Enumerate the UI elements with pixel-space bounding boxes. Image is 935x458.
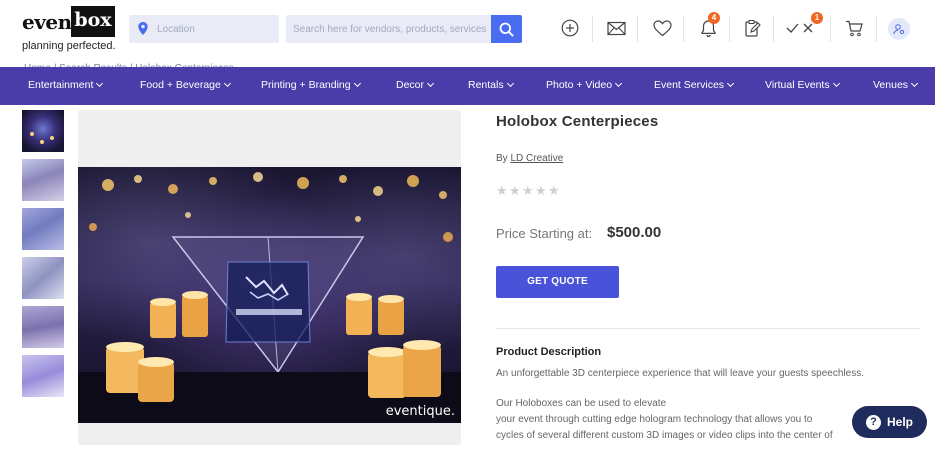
notification-badge: 4	[708, 12, 720, 24]
mail-icon[interactable]	[604, 15, 628, 41]
header-divider	[637, 16, 638, 42]
rating-stars: ★ ★ ★ ★ ★	[496, 184, 560, 200]
thumbnail-candle-light	[40, 140, 44, 144]
price-value: $500.00	[607, 224, 662, 241]
search-field[interactable]	[286, 15, 491, 43]
header-divider	[592, 16, 593, 42]
description-line: An unforgettable 3D centerpiece experien…	[496, 368, 864, 379]
header-divider	[876, 16, 877, 42]
chevron-down-icon	[911, 79, 919, 88]
nav-item-label: Photo + Video	[546, 79, 613, 91]
nav-item-venues[interactable]: Venues	[873, 79, 919, 91]
chevron-down-icon	[615, 79, 623, 88]
description-heading: Product Description	[496, 346, 602, 358]
heart-icon[interactable]	[650, 15, 674, 41]
gallery-thumbnail[interactable]	[22, 159, 64, 201]
star-icon: ★	[509, 184, 521, 199]
question-icon: ?	[865, 414, 881, 430]
help-label: Help	[886, 415, 913, 429]
description-line: Our Holoboxes can be used to elevate	[496, 398, 667, 409]
location-pin-icon	[138, 22, 148, 35]
cart-icon[interactable]	[842, 15, 866, 41]
product-title: Holobox Centerpieces	[496, 113, 659, 130]
section-divider	[496, 328, 920, 329]
clipboard-edit-icon[interactable]	[740, 15, 764, 41]
description-line: your event through cutting edge hologram…	[496, 414, 813, 425]
eventbox-logo[interactable]: event box planning perfected.	[22, 6, 118, 54]
nav-item-label: Rentals	[468, 79, 504, 91]
thumbnail-candle-light	[30, 132, 34, 136]
gallery-thumbnail[interactable]	[22, 306, 64, 348]
vendor-prefix: By	[496, 153, 508, 164]
header-divider	[773, 16, 774, 42]
search-input[interactable]	[293, 15, 489, 43]
product-main-image[interactable]: eventique.	[78, 167, 461, 423]
star-icon: ★	[522, 184, 534, 199]
vendor-link[interactable]: LD Creative	[510, 153, 563, 164]
nav-item-rentals[interactable]: Rentals	[468, 79, 514, 91]
gallery-thumbnail[interactable]	[22, 257, 64, 299]
nav-item-label: Food + Beverage	[140, 79, 221, 91]
chevron-down-icon	[223, 79, 231, 88]
chevron-down-icon	[832, 79, 840, 88]
nav-item-label: Venues	[873, 79, 909, 91]
user-avatar-icon[interactable]	[888, 18, 910, 40]
nav-item-decor[interactable]: Decor	[396, 79, 435, 91]
star-icon: ★	[496, 184, 508, 199]
chevron-down-icon	[96, 79, 104, 88]
holobox-photo-illustration	[78, 172, 461, 423]
get-quote-button[interactable]: GET QUOTE	[496, 266, 619, 298]
nav-item-virtual-events[interactable]: Virtual Events	[765, 79, 840, 91]
nav-item-printing-branding[interactable]: Printing + Branding	[261, 79, 361, 91]
nav-item-event-services[interactable]: Event Services	[654, 79, 735, 91]
site-header: event box planning perfected. 4	[0, 0, 935, 66]
header-divider	[830, 16, 831, 42]
chevron-down-icon	[506, 79, 514, 88]
star-icon: ★	[548, 184, 560, 199]
search-icon	[499, 22, 514, 37]
price-label: Price Starting at:	[496, 226, 593, 241]
add-circle-icon[interactable]	[558, 15, 582, 41]
chevron-down-icon	[353, 79, 361, 88]
star-icon: ★	[535, 184, 547, 199]
gallery-thumbnail[interactable]	[22, 208, 64, 250]
compare-badge: 1	[811, 12, 823, 24]
nav-item-entertainment[interactable]: Entertainment	[28, 79, 104, 91]
help-button[interactable]: ? Help	[852, 406, 927, 438]
description-line: cycles of several different custom 3D im…	[496, 430, 833, 441]
category-nav: Entertainment Food + Beverage Printing +…	[0, 67, 935, 105]
nav-item-food-beverage[interactable]: Food + Beverage	[140, 79, 231, 91]
header-divider	[729, 16, 730, 42]
thumbnail-candle-light	[50, 136, 54, 140]
chevron-down-icon	[426, 79, 435, 88]
header-divider	[683, 16, 684, 42]
logo-tagline: planning perfected.	[22, 40, 116, 52]
nav-item-label: Decor	[396, 79, 425, 91]
chevron-down-icon	[726, 79, 735, 88]
location-input[interactable]	[157, 15, 275, 43]
nav-item-label: Virtual Events	[765, 79, 830, 91]
gallery-thumbnail[interactable]	[22, 110, 64, 152]
nav-item-label: Event Services	[654, 79, 725, 91]
logo-word-box: box	[71, 6, 115, 37]
nav-item-label: Entertainment	[28, 79, 94, 91]
nav-item-photo-video[interactable]: Photo + Video	[546, 79, 623, 91]
product-vendor-line: By LD Creative	[496, 153, 563, 164]
search-button[interactable]	[491, 15, 522, 43]
location-field[interactable]	[129, 15, 279, 43]
photo-watermark: eventique.	[385, 404, 455, 419]
gallery-thumbnail[interactable]	[22, 355, 64, 397]
nav-item-label: Printing + Branding	[261, 79, 351, 91]
